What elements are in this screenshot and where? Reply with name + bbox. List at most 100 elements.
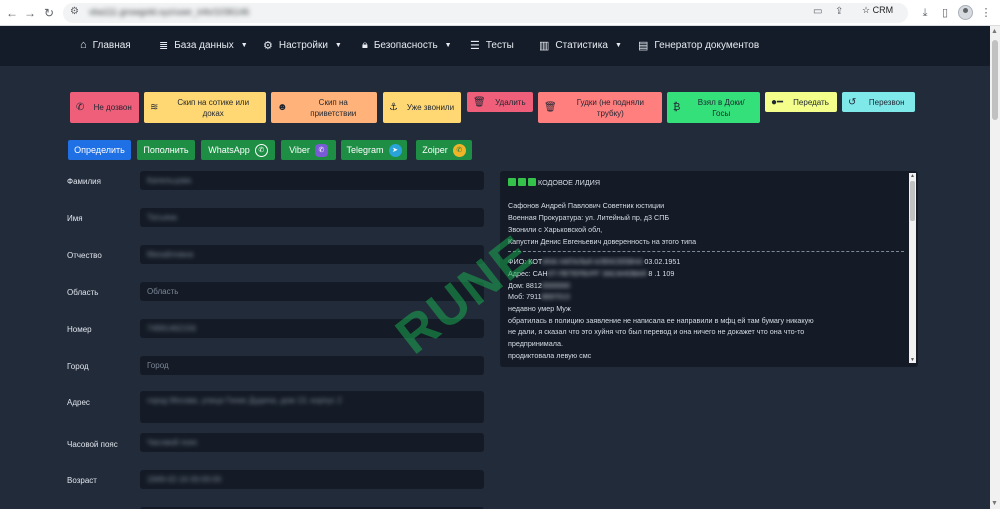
bitcoin-icon: ₿ <box>673 102 681 113</box>
zoiper-button[interactable]: Zoiper ✆ <box>416 140 472 160</box>
label-age: Возраст <box>67 476 97 485</box>
nav-database[interactable]: ≣ База данных ▼ <box>159 39 248 52</box>
whatsapp-button[interactable]: WhatsApp ✆ <box>201 140 275 160</box>
delete-button[interactable]: 🗑︎ Удалить <box>467 92 533 112</box>
skip-mobile-button[interactable]: ≋ Скип на сотике или доках <box>144 92 266 123</box>
document-icon: ▤ <box>638 40 649 52</box>
sidepanel-icon[interactable]: ▯ <box>937 5 953 21</box>
button-label: Скип на сотике или доках <box>177 97 250 118</box>
notes-line: Моб: 79118697013 <box>508 291 904 303</box>
nav-doc-generator[interactable]: ▤ Генератор документов <box>638 39 759 52</box>
label-name: Имя <box>67 214 83 223</box>
notes-header-text: КОДОВОЕ ЛИДИЯ <box>538 178 601 187</box>
scroll-down-icon[interactable]: ▼ <box>910 357 915 363</box>
label-city: Город <box>67 362 89 371</box>
notes-line: предпринимала. <box>508 339 563 349</box>
bookmark-crm[interactable]: ☆ CRM <box>862 5 893 16</box>
nav-home[interactable]: ⌂ Главная <box>80 39 131 51</box>
button-label: Telegram <box>346 145 384 155</box>
database-icon: ≣ <box>159 40 169 52</box>
checkmark-icon <box>528 178 536 186</box>
page: ⌂ Главная ≣ База данных ▼ ⚙ Настройки ▼ 🔒︎… <box>0 26 990 509</box>
telegram-button[interactable]: Telegram ➤ <box>341 140 407 160</box>
nav-label: Настройки <box>278 40 328 51</box>
notes-line: ФИО: КОТИНА НАТАЛЬЯ АЛЕКСЕЕВНА 03.02.195… <box>508 256 904 268</box>
nav-label: Тесты <box>485 40 514 51</box>
viber-icon: ✆ <box>314 143 328 157</box>
city-field[interactable]: Город <box>140 356 484 375</box>
scroll-up-icon[interactable]: ▲ <box>910 173 915 179</box>
scroll-up-icon[interactable]: ▲ <box>991 28 998 35</box>
viber-button[interactable]: Viber ✆ <box>281 140 336 160</box>
no-answer-button[interactable]: ✆ Не дозвон <box>70 92 139 123</box>
determine-button[interactable]: Определить <box>68 140 131 160</box>
took-docs-button[interactable]: ₿ Взял в Доки/ Госы <box>667 92 760 123</box>
surname-field[interactable]: Капельцова <box>140 171 484 190</box>
skip-greeting-button[interactable]: ☻ Скип на приветствии <box>271 92 377 123</box>
url-text: vba111.growgold.xyz/user_info/1036146 <box>89 7 250 17</box>
share-icon[interactable]: ⇪ <box>835 6 843 17</box>
page-scrollbar[interactable]: ▲ ▼ <box>990 26 1000 509</box>
browser-toolbar: ← → ↻ ⚙ vba111.growgold.xyz/user_info/10… <box>0 0 1000 26</box>
forward-icon[interactable]: → <box>22 5 38 21</box>
field-value: Татьяна <box>147 213 177 222</box>
nav-statistics[interactable]: ▥ Статистика ▼ <box>539 39 622 52</box>
notes-content: КОДОВОЕ ЛИДИЯ Сафонов Андрей Павлович Со… <box>508 177 904 362</box>
button-label: Передать <box>793 97 829 107</box>
chevron-down-icon: ▼ <box>334 42 342 49</box>
text: 8697013 <box>541 292 570 302</box>
text: 03.02.1951 <box>642 257 681 267</box>
chevron-down-icon: ▼ <box>444 42 452 49</box>
field-placeholder: Область <box>147 287 179 296</box>
nav-tests[interactable]: ☰ Тесты <box>470 39 514 52</box>
notes-textarea[interactable]: КОДОВОЕ ЛИДИЯ Сафонов Андрей Павлович Со… <box>500 171 918 367</box>
checkmark-icon <box>508 178 516 186</box>
nav-settings[interactable]: ⚙ Настройки ▼ <box>263 39 342 52</box>
nav-label: База данных <box>174 40 234 51</box>
beeps-button[interactable]: 🗑︎ Гудки (не подняли трубку) <box>538 92 662 123</box>
trash-icon: 🗑︎ <box>473 96 486 108</box>
name-field[interactable]: Татьяна <box>140 208 484 227</box>
install-app-icon[interactable]: ▭ <box>813 6 822 17</box>
already-called-button[interactable]: ⚓︎ Уже звонили <box>383 92 461 123</box>
button-label: Удалить <box>495 97 526 107</box>
avatar[interactable] <box>958 5 973 20</box>
notes-scrollbar[interactable]: ▲ ▼ <box>909 173 916 363</box>
list-icon: ☰ <box>470 40 480 52</box>
divider <box>508 251 904 253</box>
notes-line: Адрес: САНКТ-ПЕТЕРБУРГ ЗАСАНОВАЯ 8 .1 10… <box>508 268 904 280</box>
button-label: Не дозвон <box>93 103 132 112</box>
reload-icon[interactable]: ↻ <box>41 5 57 21</box>
chevron-down-icon: ▼ <box>614 42 622 49</box>
patronymic-field[interactable]: Михайловна <box>140 245 484 264</box>
callback-button[interactable]: ↺ Перезвон <box>842 92 915 112</box>
text: ИНА НАТАЛЬЯ АЛЕКСЕЕВНА <box>542 257 643 267</box>
label-phone: Номер <box>67 325 92 334</box>
nav-security[interactable]: 🔒︎ Безопасность ▼ <box>362 39 452 52</box>
transfer-button[interactable]: ●━ Передать <box>765 92 837 112</box>
scroll-thumb[interactable] <box>910 181 915 221</box>
address-bar[interactable]: ⚙ vba111.growgold.xyz/user_info/1036146 … <box>63 3 908 23</box>
download-icon[interactable]: ⤓ <box>917 5 933 21</box>
anchor-icon: ⚓︎ <box>389 102 398 113</box>
history-icon: ↺ <box>848 96 857 108</box>
gear-icon: ⚙ <box>263 40 273 52</box>
notes-line: продиктовала левую смс <box>508 350 592 360</box>
back-icon[interactable]: ← <box>4 5 20 21</box>
site-info-icon[interactable]: ⚙ <box>70 6 79 17</box>
nav-label: Генератор документов <box>654 40 760 51</box>
age-field[interactable]: 1949-02-16 00:00:00 <box>140 470 484 489</box>
scroll-thumb[interactable] <box>992 40 998 120</box>
scroll-down-icon[interactable]: ▼ <box>991 500 998 507</box>
checkmark-icon <box>518 178 526 186</box>
button-label: Viber <box>289 145 310 155</box>
topup-button[interactable]: Пополнить <box>137 140 195 160</box>
label-patronymic: Отчество <box>67 251 102 260</box>
field-value: 1949-02-16 00:00:00 <box>147 475 222 484</box>
button-label: Скип на приветствии <box>310 97 357 118</box>
field-value: город Москва, улица Генке Дудича, дом 13… <box>147 396 342 405</box>
menu-icon[interactable]: ⋮ <box>978 5 994 21</box>
address-field[interactable]: город Москва, улица Генке Дудича, дом 13… <box>140 391 484 423</box>
phone-off-icon: ✆ <box>76 102 85 113</box>
timezone-field[interactable]: Часовой пояс <box>140 433 484 452</box>
